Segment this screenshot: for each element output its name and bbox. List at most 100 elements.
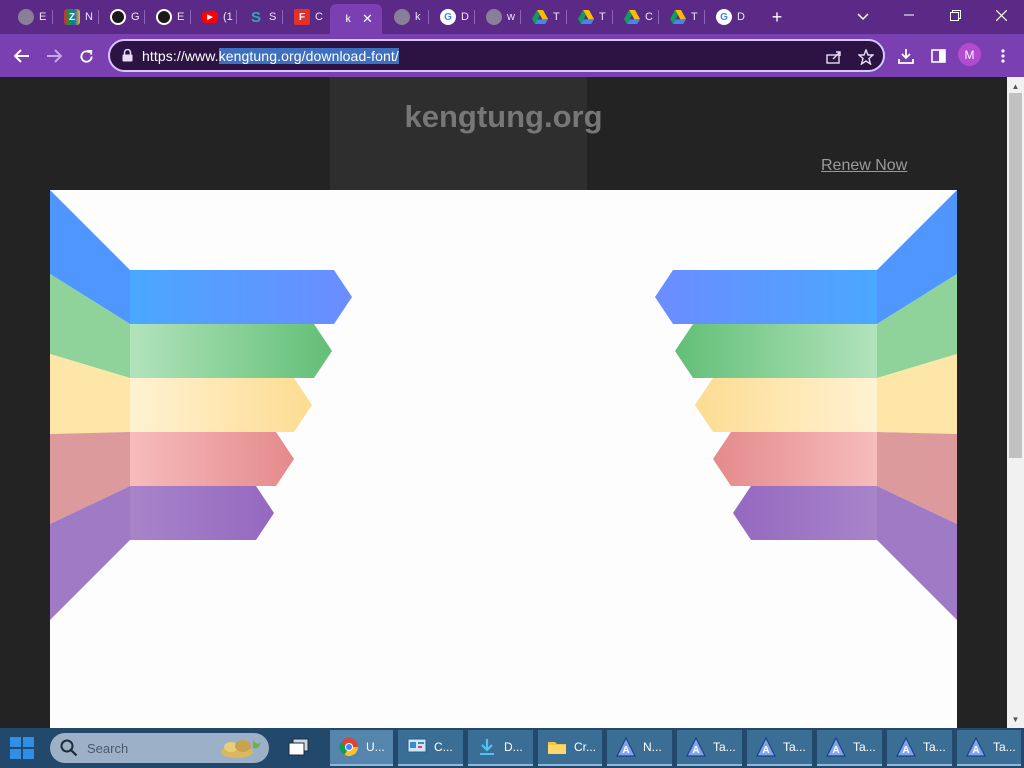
tab-separator xyxy=(520,10,521,24)
control-panel-icon xyxy=(406,736,428,758)
browser-toolbar: https://www.kengtung.org/download-font/ … xyxy=(0,34,1024,77)
tab-title: (1 xyxy=(223,11,233,23)
tab-separator xyxy=(474,10,475,24)
github-icon xyxy=(110,9,126,25)
restore-icon xyxy=(949,9,961,21)
right-ribbon-red xyxy=(713,432,877,486)
browser-tab[interactable]: T xyxy=(522,4,567,30)
vertical-scrollbar[interactable]: ▲ ▼ xyxy=(1007,77,1024,728)
profile-avatar[interactable]: M xyxy=(958,43,981,66)
close-window-button[interactable] xyxy=(978,0,1024,30)
arrow-left-icon xyxy=(14,49,29,63)
browser-tab[interactable]: GD xyxy=(430,4,475,30)
google-drive-icon xyxy=(670,9,686,25)
browser-tab[interactable]: GD xyxy=(706,4,751,30)
back-button[interactable] xyxy=(8,42,36,70)
tab-search-button[interactable] xyxy=(848,4,878,30)
tab-separator xyxy=(566,10,567,24)
taskbar-app-label: C... xyxy=(434,740,453,754)
downloads-button[interactable] xyxy=(892,42,920,70)
taskbar-app-label: Ta... xyxy=(713,740,736,754)
tab-title: T xyxy=(691,11,698,23)
windows-start-button[interactable] xyxy=(10,737,34,759)
taskbar-search-box[interactable]: Search xyxy=(50,733,269,763)
bookmark-button[interactable] xyxy=(856,47,876,67)
browser-tab[interactable]: SS xyxy=(238,4,283,30)
browser-tab[interactable]: kk✕ xyxy=(330,4,382,34)
browser-tab[interactable]: k xyxy=(384,4,429,30)
browser-tab[interactable]: T xyxy=(660,4,705,30)
google-icon: G xyxy=(716,9,732,25)
browser-tab[interactable]: w xyxy=(476,4,521,30)
minimize-button[interactable] xyxy=(886,0,932,30)
taskbar-app-button[interactable]: A Ta... xyxy=(747,730,812,766)
svg-text:A: A xyxy=(902,745,909,756)
svg-text:A: A xyxy=(832,745,839,756)
tab-separator xyxy=(282,10,283,24)
taskbar-app-button[interactable]: A Ta... xyxy=(887,730,952,766)
browser-tab[interactable]: ▶ (1 xyxy=(192,4,237,30)
taskbar-app-button[interactable]: C... xyxy=(398,730,463,766)
tab-separator xyxy=(190,10,191,24)
taskbar-app-button[interactable]: A Ta... xyxy=(957,730,1021,766)
s-logo-icon: S xyxy=(250,8,261,26)
taskbar-app-button[interactable]: A N... xyxy=(607,730,672,766)
scroll-down-arrow[interactable]: ▼ xyxy=(1007,712,1024,726)
search-highlight-illustration xyxy=(221,740,261,758)
taskbar-app-button[interactable]: A Ta... xyxy=(677,730,742,766)
tab-separator xyxy=(52,10,53,24)
share-button[interactable] xyxy=(824,47,844,67)
right-ribbon-yellow xyxy=(695,378,877,432)
right-ribbon-green xyxy=(675,324,877,378)
google-drive-icon xyxy=(532,9,548,25)
browser-tab[interactable]: ZN xyxy=(54,4,99,30)
menu-button[interactable] xyxy=(989,42,1017,70)
taskbar-app-button[interactable]: D... xyxy=(468,730,533,766)
taskbar-app-label: Cr... xyxy=(574,740,597,754)
taskbar-app-button[interactable]: Cr... xyxy=(538,730,602,766)
browser-tab[interactable]: FC xyxy=(284,4,329,30)
font-app-icon: A xyxy=(755,736,777,758)
download-icon xyxy=(898,49,914,64)
reload-button[interactable] xyxy=(72,42,100,70)
browser-tab[interactable]: C xyxy=(614,4,659,30)
forward-button[interactable] xyxy=(40,42,68,70)
taskbar-app-button[interactable]: A Ta... xyxy=(817,730,882,766)
browser-tab[interactable]: T xyxy=(568,4,613,30)
tab-separator xyxy=(612,10,613,24)
right-ribbon-blue xyxy=(655,270,877,324)
renew-now-link[interactable]: Renew Now xyxy=(821,157,907,175)
taskbar-app-button[interactable]: U... xyxy=(330,730,393,766)
ef-icon: F xyxy=(294,9,310,25)
browser-tab[interactable]: G xyxy=(100,4,145,30)
address-bar[interactable]: https://www.kengtung.org/download-font/ xyxy=(108,39,885,72)
reload-icon xyxy=(79,49,93,63)
tab-title: w xyxy=(507,11,515,23)
share-icon xyxy=(826,51,841,64)
browser-tab[interactable]: E xyxy=(8,4,53,30)
close-icon xyxy=(995,9,1007,21)
side-panel-button[interactable] xyxy=(924,42,952,70)
tab-title: C xyxy=(645,11,653,23)
new-tab-button[interactable]: + xyxy=(762,4,792,30)
google-drive-icon xyxy=(578,9,594,25)
font-app-icon: A xyxy=(895,736,917,758)
url-prefix: https://www. xyxy=(142,48,219,64)
taskbar-app-label: Ta... xyxy=(923,740,946,754)
tab-separator xyxy=(704,10,705,24)
scroll-thumb[interactable] xyxy=(1009,93,1022,458)
google-drive-icon xyxy=(624,9,640,25)
close-tab-icon[interactable]: ✕ xyxy=(362,11,373,27)
browser-tab[interactable]: E xyxy=(146,4,191,30)
google-icon: G xyxy=(440,9,456,25)
download-icon xyxy=(476,736,498,758)
restore-button[interactable] xyxy=(932,0,978,30)
site-title: kengtung.org xyxy=(404,99,603,134)
lock-icon[interactable] xyxy=(122,49,133,62)
arrow-right-icon xyxy=(47,49,62,63)
windows-taskbar: Search U... C... D... Cr... A N... A Ta... A Ta..… xyxy=(0,728,1024,768)
svg-text:A: A xyxy=(692,745,699,756)
url-text[interactable]: https://www.kengtung.org/download-font/ xyxy=(142,48,399,64)
task-view-icon[interactable] xyxy=(286,737,312,759)
scroll-up-arrow[interactable]: ▲ xyxy=(1007,79,1024,93)
